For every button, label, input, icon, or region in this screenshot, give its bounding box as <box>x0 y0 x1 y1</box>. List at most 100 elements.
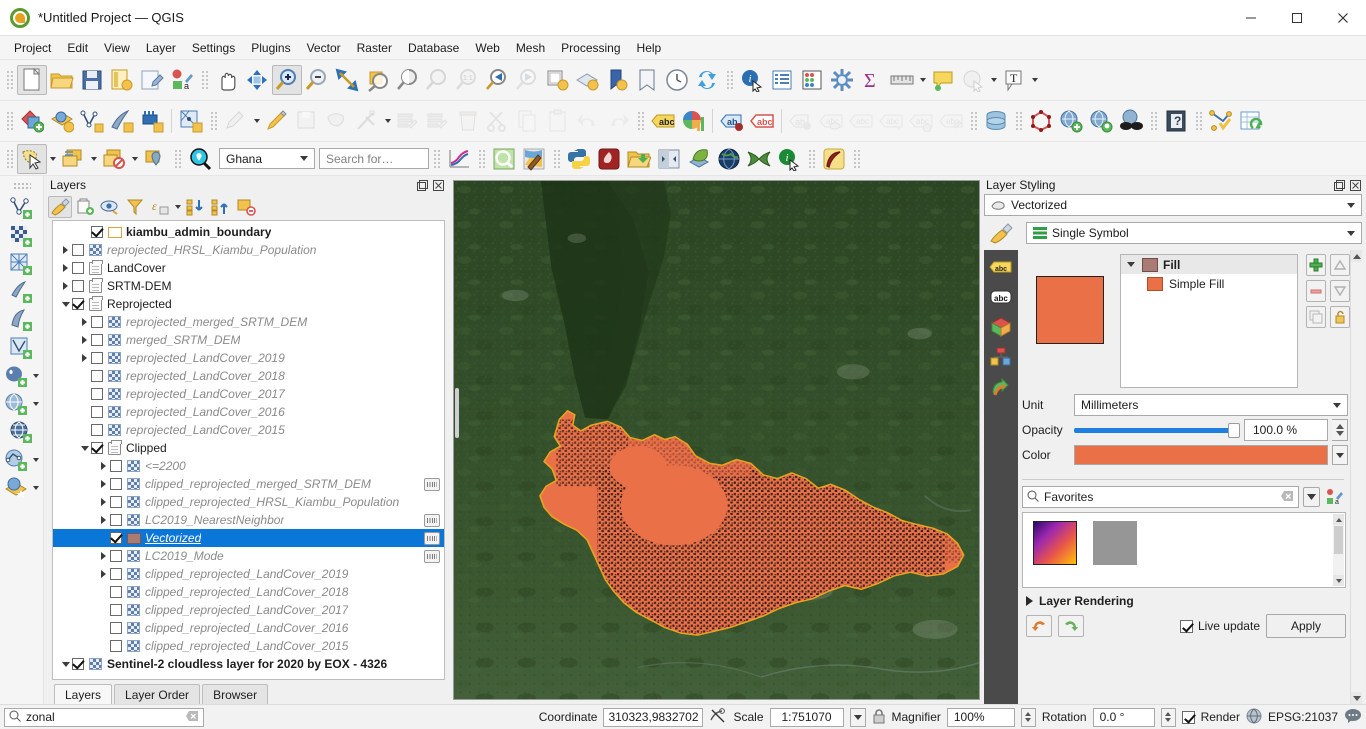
action-arrow-icon[interactable] <box>988 376 1014 398</box>
layer-processing-chip-icon[interactable] <box>424 513 440 527</box>
add-vector-layer-icon[interactable] <box>17 106 47 136</box>
select-by-expression-icon[interactable] <box>99 144 129 174</box>
layer-visibility-checkbox[interactable] <box>91 388 103 400</box>
save-layer-edits-icon[interactable] <box>292 106 322 136</box>
close-panel-icon[interactable] <box>1349 179 1362 192</box>
manage-map-themes-icon[interactable] <box>98 196 122 218</box>
vertex-tool-icon[interactable] <box>352 106 382 136</box>
add-mesh-layer-icon[interactable] <box>176 106 206 136</box>
toolbar-handle-3[interactable] <box>725 69 734 91</box>
map-canvas[interactable] <box>453 180 980 700</box>
layer-visibility-checkbox[interactable] <box>110 604 122 616</box>
symbol-layer-tree[interactable]: Fill Simple Fill <box>1120 254 1298 388</box>
layer-visibility-checkbox[interactable] <box>72 298 84 310</box>
chevron-right-icon[interactable] <box>78 349 91 367</box>
layer-visibility-checkbox[interactable] <box>72 280 84 292</box>
chevron-right-icon[interactable] <box>97 565 110 583</box>
statistical-summary-icon[interactable] <box>797 65 827 95</box>
green-bowtie-icon[interactable] <box>744 144 774 174</box>
opacity-stepper[interactable] <box>1332 419 1348 441</box>
delete-selected-icon[interactable] <box>453 106 483 136</box>
maximize-icon[interactable] <box>1274 0 1320 36</box>
move-up-icon[interactable] <box>1330 254 1350 276</box>
filter-legend-dropdown-icon[interactable] <box>173 205 183 209</box>
metasearch-add-icon[interactable] <box>1056 106 1086 136</box>
layer-tree-row[interactable]: merged_SRTM_DEM <box>53 331 444 349</box>
info-green-icon[interactable]: i <box>774 144 804 174</box>
chevron-right-icon[interactable] <box>59 259 72 277</box>
layer-visibility-checkbox[interactable] <box>110 514 122 526</box>
expand-all-icon[interactable] <box>184 196 208 218</box>
zoom-last-icon[interactable] <box>482 65 512 95</box>
layer-tree-row[interactable]: reprojected_LandCover_2016 <box>53 403 444 421</box>
layer-tree-row[interactable]: Reprojected <box>53 295 444 313</box>
layer-processing-chip-icon[interactable] <box>424 549 440 563</box>
annotations-dropdown-icon[interactable] <box>988 66 999 94</box>
minimize-icon[interactable] <box>1228 0 1274 36</box>
layer-tree-row[interactable]: LandCover <box>53 259 444 277</box>
leaf-layers-icon[interactable] <box>684 144 714 174</box>
scroll-up-icon[interactable] <box>1333 514 1344 525</box>
toolbar-handle-12[interactable] <box>173 147 182 170</box>
undock-icon[interactable] <box>1333 179 1346 192</box>
temporal-controller-icon[interactable] <box>662 65 692 95</box>
zoom-to-layer-icon[interactable] <box>392 65 422 95</box>
layer-visibility-checkbox[interactable] <box>91 370 103 382</box>
undo-orange-icon[interactable] <box>1026 615 1052 637</box>
scale-field[interactable]: 1:751070 <box>769 707 844 727</box>
redo-green-icon[interactable] <box>1058 615 1084 637</box>
filter-legend-icon[interactable] <box>123 196 147 218</box>
layer-tree-row[interactable]: LC2019_Mode <box>53 547 444 565</box>
toolbar-handle-5[interactable] <box>209 110 218 132</box>
symbol-gallery[interactable] <box>1022 512 1346 588</box>
scroll-down-icon[interactable] <box>1333 575 1344 586</box>
label-properties-icon[interactable]: abc <box>906 106 936 136</box>
magnifier-blue-icon[interactable] <box>185 144 215 174</box>
add-spatialite-layer-icon[interactable] <box>8 307 36 333</box>
label-layer-icon[interactable]: abc <box>648 106 678 136</box>
menu-settings[interactable]: Settings <box>184 38 243 58</box>
rotate-label-icon[interactable]: abc <box>846 106 876 136</box>
gallery-scrollbar[interactable] <box>1333 514 1344 586</box>
layer-visibility-checkbox[interactable] <box>91 442 103 454</box>
toolbar-handle-14[interactable] <box>477 147 486 170</box>
select-expression-dropdown-icon[interactable] <box>129 145 140 173</box>
chevron-right-icon[interactable] <box>97 493 110 511</box>
opacity-slider-knob[interactable] <box>1228 422 1240 438</box>
open-folder-icon[interactable] <box>624 144 654 174</box>
tab-layers[interactable]: Layers <box>54 684 113 704</box>
pan-map-icon[interactable] <box>212 65 242 95</box>
vertex-tool-dropdown-icon[interactable] <box>382 107 393 135</box>
layer-visibility-checkbox[interactable] <box>110 550 122 562</box>
zoom-in-icon[interactable] <box>272 65 302 95</box>
scroll-thumb[interactable] <box>1351 262 1362 692</box>
metasearch-find-icon[interactable] <box>1086 106 1116 136</box>
layer-rendering-section[interactable]: Layer Rendering <box>1018 588 1350 608</box>
messages-icon[interactable] <box>1344 708 1362 727</box>
measure-line-icon[interactable] <box>887 65 917 95</box>
toggle-editing-icon[interactable] <box>262 106 292 136</box>
masks-abc-icon[interactable]: abc <box>988 286 1014 308</box>
new-project-icon[interactable] <box>17 65 47 95</box>
move-label-icon[interactable]: ab <box>786 106 816 136</box>
clear-icon[interactable] <box>1281 490 1294 505</box>
new-map-view-icon[interactable] <box>542 65 572 95</box>
cut-features-icon[interactable] <box>483 106 513 136</box>
layer-processing-chip-icon[interactable] <box>424 531 440 545</box>
menu-processing[interactable]: Processing <box>553 38 628 58</box>
postgis-dropdown-icon[interactable] <box>31 374 41 378</box>
zoom-next-icon[interactable] <box>512 65 542 95</box>
crs-globe-icon[interactable] <box>1246 708 1262 727</box>
pin-labels-icon[interactable]: ab <box>717 106 747 136</box>
layer-tree-row[interactable]: clipped_reprojected_HRSL_Kiambu_Populati… <box>53 493 444 511</box>
wms-dropdown-icon[interactable] <box>31 402 41 406</box>
new-bookmark-icon[interactable] <box>632 65 662 95</box>
layer-visibility-checkbox[interactable] <box>91 406 103 418</box>
toolbar-handle-4[interactable] <box>5 110 14 132</box>
clear-icon[interactable] <box>186 710 199 725</box>
layer-visibility-checkbox[interactable] <box>72 244 84 256</box>
layer-tree-row[interactable]: Clipped <box>53 439 444 457</box>
live-update-toggle[interactable]: Live update <box>1179 619 1260 633</box>
layer-visibility-checkbox[interactable] <box>72 262 84 274</box>
plot-chart-icon[interactable] <box>444 144 474 174</box>
